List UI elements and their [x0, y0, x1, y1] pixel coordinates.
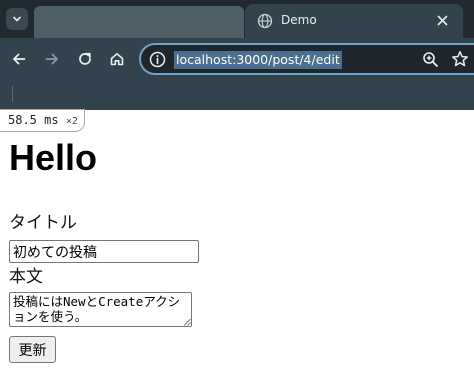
arrow-left-icon [13, 53, 26, 65]
back-button[interactable] [8, 48, 30, 70]
info-icon[interactable] [149, 51, 166, 68]
title-label: タイトル [9, 213, 77, 233]
reload-icon [79, 52, 91, 65]
zoom-icon[interactable] [422, 51, 439, 68]
tab-strip: Demo [0, 0, 474, 38]
browser-chrome: Demo localhost:3000/post/4/edit [0, 0, 474, 110]
star-icon[interactable] [451, 50, 469, 68]
body-textarea[interactable]: 投稿にはNewとCreateアクションを使う。 [9, 292, 192, 327]
tab-search-button[interactable] [6, 8, 28, 30]
perf-badge: 58.5 ms ×2 [0, 109, 85, 132]
reload-button[interactable] [74, 48, 96, 70]
update-button[interactable]: 更新 [9, 336, 56, 363]
bookmarks-bar [0, 80, 474, 110]
title-input[interactable] [9, 240, 199, 263]
perf-time: 58.5 [8, 113, 37, 127]
arrow-right-icon [45, 53, 58, 65]
home-icon [110, 53, 124, 66]
address-bar[interactable]: localhost:3000/post/4/edit [139, 43, 474, 75]
tab-demo[interactable]: Demo [245, 4, 463, 38]
page-title: Hello [9, 137, 98, 178]
body-label: 本文 [9, 267, 43, 287]
forward-button[interactable] [41, 48, 63, 70]
perf-multiplier: ×2 [65, 116, 78, 127]
bookmarks-divider [12, 86, 13, 102]
inactive-tab-area[interactable] [34, 6, 244, 38]
close-icon[interactable] [436, 14, 449, 27]
url-text[interactable]: localhost:3000/post/4/edit [174, 51, 342, 69]
perf-unit: ms [44, 113, 59, 127]
tab-title: Demo [281, 13, 317, 27]
home-button[interactable] [106, 48, 128, 70]
chevron-down-icon [13, 16, 21, 22]
globe-icon [257, 13, 273, 29]
resize-grip-icon[interactable] [183, 318, 191, 326]
browser-toolbar: localhost:3000/post/4/edit [0, 38, 474, 80]
